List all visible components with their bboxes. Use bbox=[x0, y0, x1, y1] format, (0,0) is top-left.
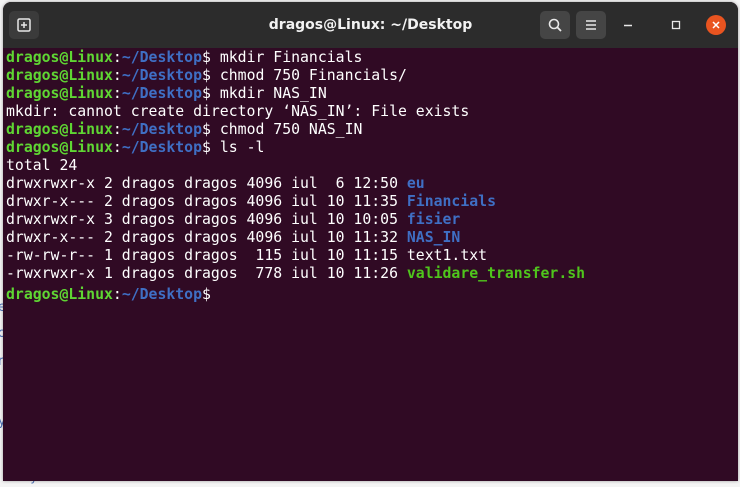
listing-meta: -rwxrwxr-x 1 dragos dragos 778 iul 10 11… bbox=[6, 265, 407, 282]
terminal-line-current: dragos@Linux:~/Desktop$ bbox=[6, 283, 726, 303]
listing-filename: text1.txt bbox=[406, 247, 488, 264]
listing-meta: -rw-rw-r-- 1 dragos dragos 115 iul 10 11… bbox=[6, 247, 407, 264]
terminal-line: dragos@Linux:~/Desktop$ ls -l bbox=[6, 139, 726, 157]
listing-row: drwxrwxr-x 2 dragos dragos 4096 iul 6 12… bbox=[6, 175, 726, 193]
terminal-line: dragos@Linux:~/Desktop$ chmod 750 Financ… bbox=[6, 67, 726, 85]
command-text: mkdir Financials bbox=[210, 49, 363, 66]
menu-button[interactable] bbox=[576, 11, 606, 39]
terminal-cursor bbox=[211, 283, 220, 299]
desktop: e o r y atory notes dragos@Linux: ~/Desk… bbox=[0, 0, 740, 487]
close-icon bbox=[712, 21, 720, 29]
listing-filename: validare_transfer.sh bbox=[406, 265, 586, 282]
prompt-separator: : bbox=[112, 49, 122, 66]
background-window-strip bbox=[0, 481, 740, 487]
prompt-symbol: $ bbox=[202, 85, 211, 102]
terminal-line: dragos@Linux:~/Desktop$ chmod 750 NAS_IN bbox=[6, 121, 726, 139]
listing-row: -rw-rw-r-- 1 dragos dragos 115 iul 10 11… bbox=[6, 247, 726, 265]
prompt-path: ~/Desktop bbox=[121, 121, 203, 138]
terminal-window: dragos@Linux: ~/Desktop dragos@Linux:~/D… bbox=[3, 2, 738, 481]
prompt-symbol: $ bbox=[202, 139, 211, 156]
titlebar[interactable]: dragos@Linux: ~/Desktop bbox=[3, 2, 738, 48]
prompt-user: dragos@Linux bbox=[6, 286, 113, 303]
prompt-symbol: $ bbox=[202, 49, 211, 66]
prompt-separator: : bbox=[112, 121, 122, 138]
prompt-user: dragos@Linux bbox=[6, 121, 113, 138]
scrollbar[interactable] bbox=[729, 49, 735, 477]
new-tab-icon bbox=[17, 18, 31, 32]
listing-filename: eu bbox=[406, 175, 425, 192]
prompt-path: ~/Desktop bbox=[121, 67, 203, 84]
new-tab-button[interactable] bbox=[9, 11, 39, 39]
terminal-output[interactable]: dragos@Linux:~/Desktop$ mkdir Financials… bbox=[6, 49, 726, 479]
listing-filename: fisier bbox=[406, 211, 461, 228]
listing-row: drwxr-x--- 2 dragos dragos 4096 iul 10 1… bbox=[6, 229, 726, 247]
minimize-icon bbox=[624, 24, 632, 27]
prompt-path: ~/Desktop bbox=[121, 49, 203, 66]
hamburger-menu-icon bbox=[586, 20, 596, 30]
prompt-separator: : bbox=[112, 286, 122, 303]
prompt-user: dragos@Linux bbox=[6, 67, 113, 84]
command-text: chmod 750 NAS_IN bbox=[210, 121, 363, 138]
prompt-separator: : bbox=[112, 139, 122, 156]
minimize-button[interactable] bbox=[618, 15, 638, 35]
maximize-button[interactable] bbox=[666, 15, 686, 35]
listing-row: drwxr-x--- 2 dragos dragos 4096 iul 10 1… bbox=[6, 193, 726, 211]
prompt-user: dragos@Linux bbox=[6, 139, 113, 156]
prompt-symbol: $ bbox=[202, 67, 211, 84]
prompt-separator: : bbox=[112, 67, 122, 84]
prompt-path: ~/Desktop bbox=[121, 139, 203, 156]
prompt-path: ~/Desktop bbox=[121, 85, 203, 102]
command-text: ls -l bbox=[210, 139, 265, 156]
terminal-line: dragos@Linux:~/Desktop$ mkdir NAS_IN bbox=[6, 85, 726, 103]
prompt-separator: : bbox=[112, 85, 122, 102]
command-text: chmod 750 Financials/ bbox=[210, 67, 407, 84]
listing-meta: drwxrwxr-x 3 dragos dragos 4096 iul 10 1… bbox=[6, 211, 407, 228]
listing-meta: drwxr-x--- 2 dragos dragos 4096 iul 10 1… bbox=[6, 229, 407, 246]
prompt-user: dragos@Linux bbox=[6, 85, 113, 102]
close-button[interactable] bbox=[706, 15, 726, 35]
maximize-icon bbox=[671, 20, 681, 30]
prompt-user: dragos@Linux bbox=[6, 49, 113, 66]
listing-meta: drwxr-x--- 2 dragos dragos 4096 iul 10 1… bbox=[6, 193, 407, 210]
prompt-symbol: $ bbox=[202, 286, 211, 303]
prompt-path: ~/Desktop bbox=[121, 286, 203, 303]
total-line: total 24 bbox=[6, 157, 78, 174]
terminal-line: dragos@Linux:~/Desktop$ mkdir Financials bbox=[6, 49, 726, 67]
listing-filename: Financials bbox=[406, 193, 496, 210]
listing-row: drwxrwxr-x 3 dragos dragos 4096 iul 10 1… bbox=[6, 211, 726, 229]
search-icon bbox=[548, 18, 562, 32]
command-text: mkdir NAS_IN bbox=[210, 85, 327, 102]
prompt-symbol: $ bbox=[202, 121, 211, 138]
listing-row: -rwxrwxr-x 1 dragos dragos 778 iul 10 11… bbox=[6, 265, 726, 283]
search-button[interactable] bbox=[540, 11, 570, 39]
listing-meta: drwxrwxr-x 2 dragos dragos 4096 iul 6 12… bbox=[6, 175, 407, 192]
listing-filename: NAS_IN bbox=[406, 229, 461, 246]
error-line: mkdir: cannot create directory ‘NAS_IN’:… bbox=[6, 103, 470, 120]
